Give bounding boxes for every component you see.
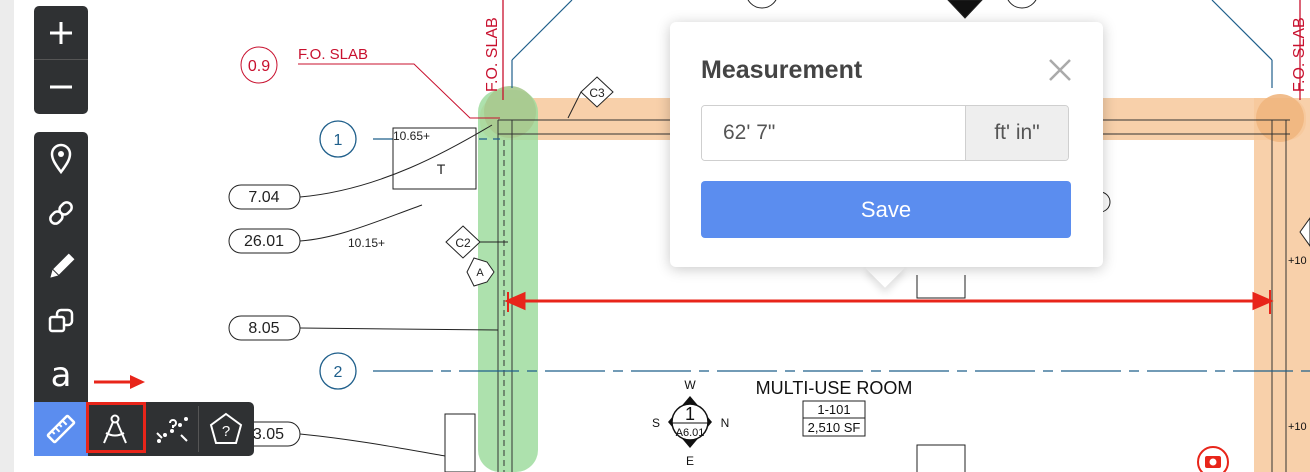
wall-highlight-right [1254, 98, 1310, 472]
pin-tool-button[interactable] [34, 132, 88, 186]
compass-measure-icon [103, 414, 127, 444]
compass-n: N [721, 416, 730, 430]
right-elev-1: +10 [1288, 255, 1307, 267]
popup-caret-cover [860, 244, 912, 267]
tag-a: A [476, 267, 484, 279]
fo-slab-right: F.O. SLAB [1291, 17, 1308, 92]
close-button[interactable] [1044, 54, 1076, 86]
elev-1065: 10.65+ [393, 129, 430, 143]
room-area: 2,510 SF [808, 420, 861, 435]
elev-2601: 26.01 [244, 233, 284, 250]
close-icon [1049, 59, 1071, 81]
compass-e: E [686, 454, 694, 468]
left-strip [0, 0, 14, 472]
t-label: T [437, 161, 446, 177]
unit-label: ft' in" [965, 106, 1068, 160]
tag-c3: C3 [589, 86, 605, 100]
fo-slab-callout: F.O. SLAB [298, 46, 368, 63]
compass-measure-button[interactable] [88, 402, 142, 456]
corner-highlight-right [1256, 94, 1304, 142]
measure-tool-button[interactable] [34, 402, 88, 456]
text-tool-button[interactable]: a [34, 348, 88, 402]
text-tool-icon: a [50, 355, 72, 395]
ruler-icon [46, 414, 76, 444]
callout-09: 0.9 [248, 58, 270, 75]
measurement-line[interactable] [504, 290, 1274, 314]
measurement-popup: Measurement ft' in" Save [670, 22, 1103, 267]
compass-s: S [652, 416, 660, 430]
camera-marker[interactable] [1197, 446, 1229, 472]
room-number: 1-101 [817, 402, 850, 417]
measure-subtools: ? [88, 402, 254, 456]
room-name: MULTI-USE ROOM [756, 378, 913, 398]
popup-title: Measurement [701, 56, 863, 84]
right-elev-2: +10 [1288, 421, 1307, 433]
svg-text:?: ? [222, 423, 230, 440]
guide-arrow [94, 375, 145, 389]
link-tool-button[interactable] [34, 186, 88, 240]
shapes-icon [48, 308, 74, 333]
zoom-in-button[interactable] [34, 6, 88, 60]
corner-highlight-left [484, 86, 536, 138]
measurement-input[interactable] [702, 106, 965, 160]
elev-1015: 10.15+ [348, 236, 385, 250]
grid-2: 2 [334, 364, 343, 381]
area-measure-icon: ? [209, 412, 243, 444]
zoom-controls [34, 6, 88, 114]
grid-1: 1 [334, 132, 343, 149]
plus-icon [50, 21, 72, 44]
compass-w: W [684, 378, 696, 392]
area-measure-button[interactable]: ? [199, 402, 253, 456]
chain-measure-icon [156, 417, 188, 443]
measurement-field: ft' in" [701, 105, 1069, 161]
zoom-out-button[interactable] [34, 60, 88, 113]
elev-805: 8.05 [248, 320, 279, 337]
tool-palette: a [34, 132, 88, 456]
section-number: 1 [685, 404, 695, 424]
section-sheet: A6.01 [676, 427, 705, 439]
pencil-icon [50, 253, 75, 278]
tag-c2: C2 [455, 236, 471, 250]
minus-icon [50, 85, 72, 88]
shapes-tool-button[interactable] [34, 294, 88, 348]
fo-slab-left: F.O. SLAB [484, 17, 501, 92]
link-icon [49, 201, 73, 225]
pencil-tool-button[interactable] [34, 240, 88, 294]
save-button[interactable]: Save [701, 181, 1071, 238]
elev-704: 7.04 [248, 189, 279, 206]
pin-icon [50, 143, 72, 175]
chain-measure-button[interactable] [145, 402, 199, 456]
